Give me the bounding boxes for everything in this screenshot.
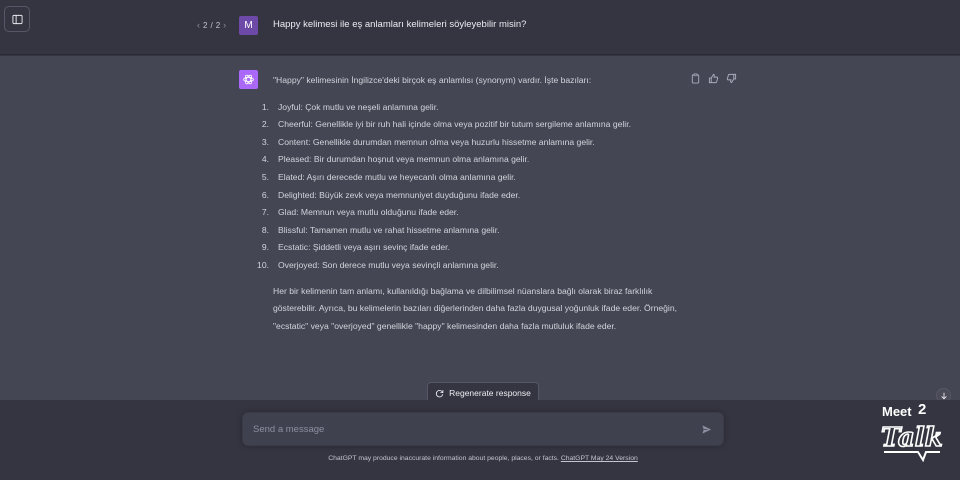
sidebar-toggle-button[interactable]: [4, 6, 30, 32]
list-item-number: 5.: [261, 171, 269, 182]
list-item-number: 1.: [261, 101, 269, 112]
user-message-text: Happy kelimesi ile eş anlamları kelimele…: [273, 19, 527, 30]
message-composer: [242, 412, 724, 446]
message-actions: [690, 71, 737, 84]
logo-speech-tail: [884, 451, 940, 463]
sidebar-toggle-icon: [11, 14, 23, 24]
thumbs-up-icon: [708, 73, 719, 84]
composer-area: ChatGPT may produce inaccurate informati…: [0, 400, 960, 480]
thumbs-down-button[interactable]: [726, 71, 737, 84]
list-item: 9. Ecstatic: Şiddetli veya aşırı sevinç i…: [262, 239, 693, 257]
logo-talk-text: Talk: [881, 423, 943, 453]
list-item-number: 4.: [261, 154, 269, 165]
list-item-number: 3.: [261, 136, 269, 147]
list-item-number: 9.: [261, 242, 269, 253]
thumbs-down-icon: [726, 73, 737, 84]
thumbs-up-button[interactable]: [708, 71, 719, 84]
user-message-row: ‹ 2 / 2 › M Happy kelimesi ile eş anlaml…: [0, 0, 960, 55]
list-item-text: Elated: Aşırı derecede mutlu ve heyecanl…: [278, 171, 516, 182]
send-button[interactable]: [699, 422, 713, 436]
regenerate-label: Regenerate response: [449, 388, 531, 398]
assistant-avatar: [239, 70, 258, 89]
assistant-message-row: "Happy" kelimesinin İngilizce'deki birço…: [0, 56, 960, 400]
list-item: 1. Joyful: Çok mutlu ve neşeli anlamına g…: [262, 99, 693, 117]
list-item-text: Content: Genellikle durumdan memnun olma…: [278, 136, 595, 147]
response-pager: ‹ 2 / 2 ›: [197, 20, 226, 30]
paper-plane-icon: [701, 424, 711, 434]
list-item-text: Blissful: Tamamen mutlu ve rahat hissetm…: [278, 224, 500, 235]
list-item-text: Ecstatic: Şiddetli veya aşırı sevinç ifa…: [278, 242, 450, 253]
pager-separator: /: [210, 20, 213, 30]
list-item-number: 2.: [261, 119, 269, 130]
list-item: 10. Overjoyed: Son derece mutlu veya sevi…: [257, 257, 693, 275]
list-item-text: Pleased: Bir durumdan hoşnut veya memnun…: [278, 154, 530, 165]
list-item: 8. Blissful: Tamamen mutlu ve rahat hisse…: [262, 222, 693, 240]
list-item-text: Joyful: Çok mutlu ve neşeli anlamına gel…: [278, 101, 439, 112]
list-item-text: Cheerful: Genellikle iyi bir ruh hali iç…: [278, 119, 631, 130]
list-item: 7. Glad: Memnun veya mutlu olduğunu ifade…: [262, 204, 693, 222]
user-avatar: M: [239, 16, 258, 35]
assistant-summary: Her bir kelimenin tam anlamı, kullanıldı…: [273, 285, 677, 331]
list-item: 6. Delighted: Büyük zevk veya memnuniyet …: [262, 187, 693, 205]
openai-logo-icon: [243, 74, 254, 85]
list-item: 3. Content: Genellikle durumdan memnun ol…: [262, 134, 693, 152]
disclaimer-text: ChatGPT may produce inaccurate informati…: [328, 455, 559, 462]
list-item: 4. Pleased: Bir durumdan hoşnut veya memn…: [262, 151, 693, 169]
assistant-message-content: "Happy" kelimesinin İngilizce'deki birço…: [257, 72, 693, 335]
meet2talk-logo: Meet 2 Talk: [880, 401, 943, 463]
disclaimer: ChatGPT may produce inaccurate informati…: [0, 455, 960, 462]
list-item-number: 6.: [261, 189, 269, 200]
refresh-icon: [436, 389, 444, 397]
assistant-intro: "Happy" kelimesinin İngilizce'deki birço…: [273, 75, 592, 85]
synonym-list: 1. Joyful: Çok mutlu ve neşeli anlamına g…: [257, 99, 693, 275]
logo-meet-text: Meet: [882, 404, 912, 419]
list-item: 2. Cheerful: Genellikle iyi bir ruh hali …: [262, 116, 693, 134]
list-item-number: 7.: [261, 207, 269, 218]
list-item-number: 8.: [261, 224, 269, 235]
pager-total: 2: [215, 20, 221, 30]
list-item: 5. Elated: Aşırı derecede mutlu ve heyeca…: [262, 169, 693, 187]
chevron-left-icon[interactable]: ‹: [197, 20, 200, 30]
version-link[interactable]: ChatGPT May 24 Version: [561, 455, 638, 462]
logo-two-text: 2: [918, 401, 926, 418]
list-item-text: Overjoyed: Son derece mutlu veya sevinçl…: [278, 259, 499, 270]
list-item-text: Glad: Memnun veya mutlu olduğunu ifade e…: [278, 207, 459, 218]
list-item-text: Delighted: Büyük zevk veya memnuniyet du…: [278, 189, 521, 200]
message-input[interactable]: [243, 413, 683, 445]
list-item-number: 10.: [257, 259, 269, 270]
chevron-right-icon[interactable]: ›: [223, 20, 226, 30]
pager-current: 2: [203, 20, 208, 30]
